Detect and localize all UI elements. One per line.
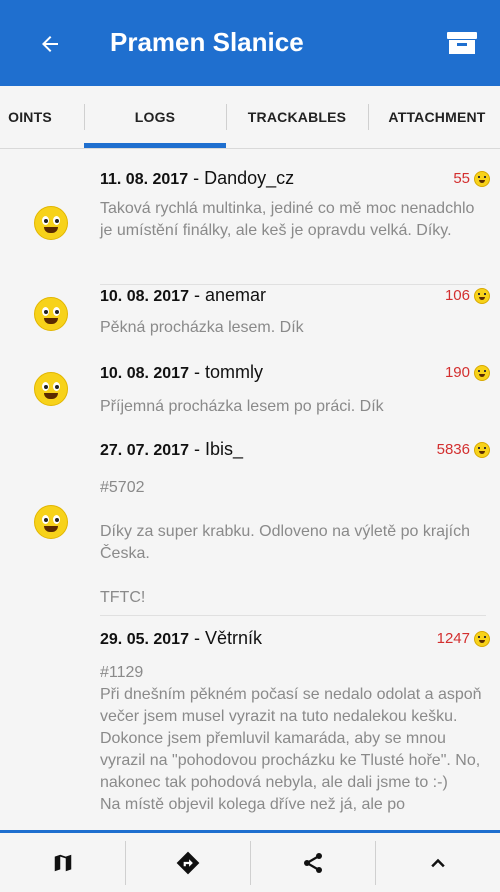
log-user[interactable]: Dandoy_cz bbox=[204, 168, 294, 188]
logs-list[interactable]: 11. 08. 2017 - Dandoy_cz 55 Taková rychl… bbox=[0, 148, 500, 829]
found-count-value: 5836 bbox=[436, 441, 470, 458]
log-user[interactable]: anemar bbox=[205, 285, 266, 305]
found-count: 106 bbox=[445, 287, 490, 304]
found-count: 55 bbox=[453, 170, 490, 187]
log-date: 10. 08. 2017 bbox=[100, 365, 189, 382]
found-count-value: 1247 bbox=[436, 630, 470, 647]
log-text: Příjemná procházka lesem po práci. Dík bbox=[100, 398, 384, 415]
found-count: 1247 bbox=[437, 630, 490, 647]
box-icon bbox=[447, 32, 477, 54]
found-count-value: 190 bbox=[444, 364, 470, 381]
log-user[interactable]: Větrník bbox=[205, 628, 262, 648]
found-count: 190 bbox=[445, 364, 490, 381]
log-user[interactable]: tommly bbox=[205, 362, 263, 382]
log-separator: - bbox=[188, 439, 205, 459]
log-header: 29. 05. 2017 - Větrník bbox=[100, 628, 262, 649]
log-item[interactable]: 27. 07. 2017 - Ibis_ 5836 #5702 Díky za … bbox=[0, 425, 500, 616]
navigate-icon bbox=[176, 851, 199, 874]
box-button[interactable] bbox=[446, 30, 478, 56]
log-header: 27. 07. 2017 - Ibis_ bbox=[100, 439, 243, 460]
log-item[interactable]: 10. 08. 2017 - tommly 190 Příjemná proch… bbox=[0, 350, 500, 425]
log-item[interactable]: 10. 08. 2017 - anemar 106 Pěkná procházk… bbox=[0, 275, 500, 350]
smiley-icon bbox=[34, 206, 68, 240]
log-separator: - bbox=[188, 285, 205, 305]
tab-logs[interactable]: LOGS bbox=[84, 86, 226, 148]
log-date: 27. 07. 2017 bbox=[100, 442, 189, 459]
arrow-left-icon bbox=[42, 36, 58, 52]
log-header: 10. 08. 2017 - tommly bbox=[100, 362, 263, 383]
smiley-icon bbox=[34, 297, 68, 331]
found-smiley-icon bbox=[474, 630, 490, 647]
smiley-icon bbox=[34, 505, 68, 539]
log-separator: - bbox=[188, 362, 205, 382]
tab-trackables[interactable]: TRACKABLES bbox=[226, 86, 368, 148]
map-icon bbox=[54, 854, 71, 871]
log-date: 11. 08. 2017 bbox=[100, 171, 189, 188]
tab-waypoints[interactable]: OINTS bbox=[0, 86, 84, 148]
log-item[interactable]: 11. 08. 2017 - Dandoy_cz 55 Taková rychl… bbox=[0, 160, 500, 285]
chevron-up-icon bbox=[430, 858, 445, 867]
found-count-value: 55 bbox=[453, 170, 470, 187]
log-separator: - bbox=[188, 168, 205, 188]
map-button[interactable] bbox=[0, 833, 125, 892]
log-header: 11. 08. 2017 - Dandoy_cz bbox=[100, 168, 294, 189]
found-smiley-icon bbox=[474, 170, 490, 187]
app-bar: Pramen Slanice bbox=[0, 0, 500, 86]
log-date: 29. 05. 2017 bbox=[100, 631, 189, 648]
found-smiley-icon bbox=[474, 364, 490, 381]
navigate-button[interactable] bbox=[125, 833, 250, 892]
bottom-toolbar bbox=[0, 830, 500, 892]
log-separator: - bbox=[188, 628, 205, 648]
found-smiley-icon bbox=[474, 287, 490, 304]
share-button[interactable] bbox=[250, 833, 375, 892]
found-smiley-icon bbox=[474, 441, 490, 458]
log-date: 10. 08. 2017 bbox=[100, 288, 189, 305]
found-count-value: 106 bbox=[444, 287, 470, 304]
log-text: Taková rychlá multinka, jediné co mě moc… bbox=[100, 200, 475, 239]
log-text: Pěkná procházka lesem. Dík bbox=[100, 319, 304, 336]
found-count: 5836 bbox=[437, 441, 490, 458]
tab-attachments[interactable]: ATTACHMENT bbox=[368, 86, 500, 148]
log-text: #5702 Díky za super krabku. Odloveno na … bbox=[100, 479, 470, 606]
smiley-icon bbox=[34, 372, 68, 406]
back-button[interactable] bbox=[32, 26, 68, 62]
log-header: 10. 08. 2017 - anemar bbox=[100, 285, 266, 306]
log-text: #1129 Při dnešním pěkném počasí se nedal… bbox=[100, 664, 482, 813]
tab-bar: OINTS LOGS TRACKABLES ATTACHMENT bbox=[0, 86, 500, 149]
expand-button[interactable] bbox=[375, 833, 500, 892]
log-item[interactable]: 29. 05. 2017 - Větrník 1247 #1129 Při dn… bbox=[0, 616, 500, 829]
share-icon bbox=[303, 852, 322, 873]
page-title: Pramen Slanice bbox=[110, 27, 304, 57]
log-user[interactable]: Ibis_ bbox=[205, 439, 243, 459]
